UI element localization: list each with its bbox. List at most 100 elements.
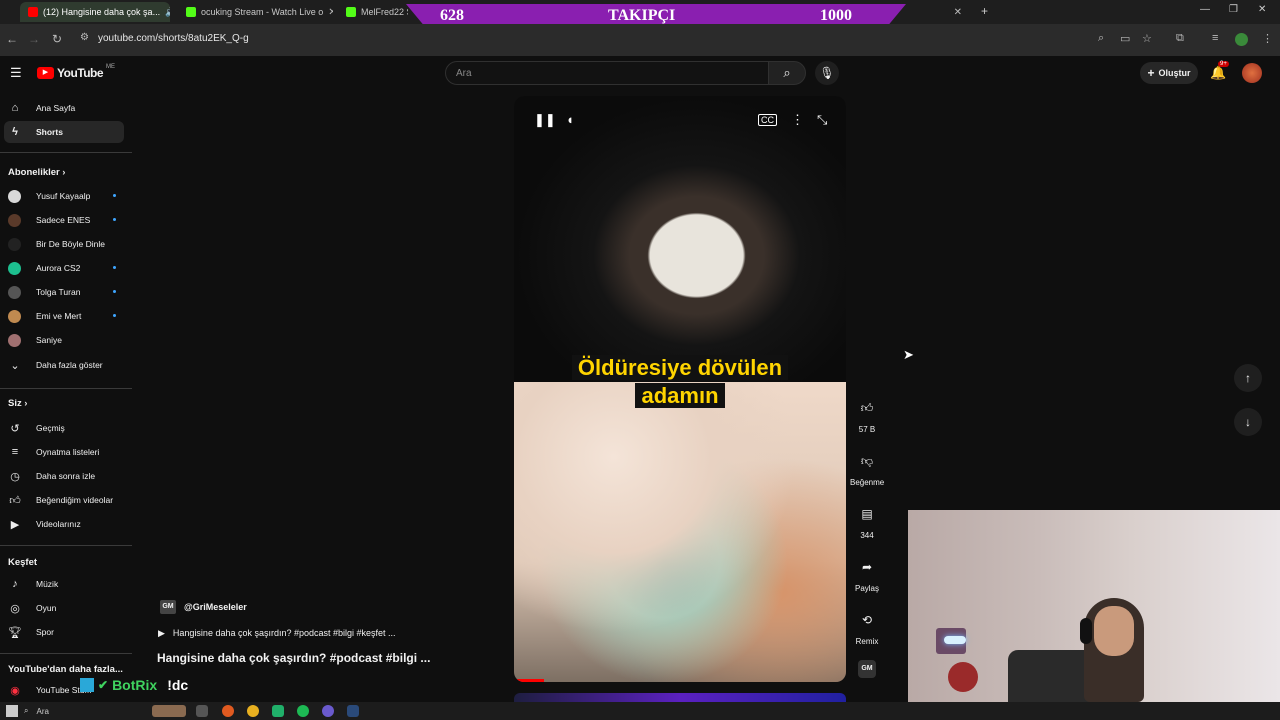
channel-avatar[interactable]: GM (160, 600, 176, 614)
channel-avatar (8, 333, 21, 347)
channel-avatar (8, 189, 21, 203)
sidebar-item-subscription[interactable]: Saniye (4, 329, 124, 351)
neon-light (944, 636, 966, 644)
sidebar-item-label: Shorts (36, 127, 63, 137)
pause-icon[interactable]: ❚❚ (534, 112, 556, 128)
sidebar-item-library[interactable]: ◷ Daha sonra izle (4, 465, 124, 487)
sidebar-item-explore[interactable]: ◎ Oyun (4, 597, 124, 619)
app-icon[interactable] (272, 705, 284, 717)
shorts-icon: ϟ (12, 126, 18, 138)
progress-bar[interactable] (514, 679, 544, 682)
share-button[interactable]: ➦ Paylaş (850, 554, 884, 593)
spotify-icon[interactable] (297, 705, 309, 717)
youtube-logo[interactable]: ▶ YouTube ME (37, 64, 115, 80)
chevron-down-icon: ⌄ (10, 359, 20, 372)
divider (0, 152, 132, 153)
new-tab-icon[interactable]: + (981, 4, 988, 18)
short-title-row[interactable]: ▶ Hangisine daha çok şaşırdın? #podcast … (158, 628, 396, 639)
taskbar-widget-icon[interactable] (152, 705, 186, 717)
reload-icon[interactable]: ↻ (52, 32, 62, 46)
search-input[interactable]: Ara (445, 61, 769, 85)
short-video-player[interactable]: Öldüresiye dövülen adamın ❚❚ ◖ CC ⋮ ⤡ (514, 96, 846, 682)
discord-icon[interactable] (322, 705, 334, 717)
like-count: 57 B (858, 425, 876, 434)
voice-search-button[interactable]: 🎙 (815, 61, 839, 85)
sidebar-item-explore[interactable]: ♪ Müzik (4, 573, 124, 595)
close-tab-icon[interactable]: ✕ (954, 7, 962, 18)
sidebar-item-subscription[interactable]: Sadece ENES (4, 209, 124, 231)
hamburger-menu-icon[interactable]: ☰ (10, 65, 22, 81)
create-button[interactable]: + Oluştur (1140, 62, 1198, 84)
profile-avatar[interactable] (1235, 33, 1248, 46)
media-controls-icon[interactable]: ≡ (1212, 32, 1218, 44)
new-content-dot (113, 194, 116, 197)
sound-button[interactable]: GM (850, 660, 884, 682)
sidebar-item-library[interactable]: ≡ Oynatma listeleri (4, 441, 124, 463)
plush-toy (948, 662, 978, 692)
botrix-overlay: ✔ BotRix !dc (80, 677, 188, 693)
sidebar-item-subscription[interactable]: Bir De Böyle Dinle (4, 233, 124, 255)
you-header[interactable]: Siz › (8, 398, 27, 409)
previous-short-button[interactable]: ↑ (1234, 364, 1262, 392)
notifications-button[interactable]: 🔔 9+ (1210, 61, 1229, 81)
steam-icon[interactable] (347, 705, 359, 717)
zoom-icon[interactable]: ⌕ (1098, 32, 1104, 45)
tab-youtube[interactable]: (12) Hangisine daha çok şa... 🔊 ✕ (20, 2, 170, 22)
channel-avatar (8, 309, 21, 323)
close-tab-icon[interactable]: ✕ (328, 7, 333, 18)
like-icon: 👍︎ (9, 494, 21, 507)
browser-menu-icon[interactable]: ⋮ (1262, 32, 1273, 45)
captions-icon[interactable]: CC (758, 114, 777, 126)
firefox-icon[interactable] (222, 705, 234, 717)
sidebar-item-library[interactable]: 👍︎ Beğendiğim videolar (4, 489, 124, 511)
url-field[interactable]: youtube.com/shorts/8atu2EK_Q-g (98, 33, 249, 44)
sidebar-item-label: Spor (36, 627, 54, 637)
search-button[interactable]: ⌕ (768, 61, 806, 85)
sidebar-item-label: Oynatma listeleri (36, 447, 100, 457)
more-options-icon[interactable]: ⋮ (791, 112, 804, 128)
sidebar-item-subscription[interactable]: Tolga Turan (4, 281, 124, 303)
back-icon[interactable]: ← (6, 32, 18, 46)
remix-button[interactable]: ⟲ Remix (850, 607, 884, 646)
volume-icon[interactable]: ◖ (566, 112, 574, 127)
next-short-preview[interactable] (514, 693, 846, 702)
forward-icon[interactable]: → (28, 32, 40, 46)
sidebar-item-subscription[interactable]: Yusuf Kayaalp (4, 185, 124, 207)
dislike-button[interactable]: 👎︎ Beğenme (850, 448, 884, 487)
tab-ocuking[interactable]: ocuking Stream - Watch Live o ✕ (178, 2, 333, 22)
task-view-icon[interactable] (196, 705, 208, 717)
cast-icon[interactable]: ▭ (1120, 32, 1130, 45)
video-icon: ▶ (10, 518, 20, 531)
sidebar-item-home[interactable]: ⌂ Ana Sayfa (4, 97, 124, 119)
site-info-icon[interactable]: ⚙ (80, 32, 89, 43)
sidebar-item-subscription[interactable]: Aurora CS2 (4, 257, 124, 279)
next-short-button[interactable]: ↓ (1234, 408, 1262, 436)
sidebar-item-library[interactable]: ↺ Geçmiş (4, 417, 124, 439)
sidebar-item-shorts[interactable]: ϟ Shorts (4, 121, 124, 143)
fullscreen-icon[interactable]: ⤡ (817, 112, 827, 128)
short-title[interactable]: Hangisine daha çok şaşırdın? #podcast #b… (157, 651, 430, 665)
restore-icon[interactable]: ❐ (1229, 4, 1238, 15)
subscriptions-header[interactable]: Abonelikler › (8, 167, 65, 178)
plus-icon: + (1147, 66, 1155, 80)
sidebar-item-explore[interactable]: 🏆︎ Spor (4, 621, 124, 643)
comments-button[interactable]: ▤ 344 (850, 501, 884, 540)
close-window-icon[interactable]: ✕ (1258, 4, 1266, 15)
speaker-icon[interactable]: 🔊 (165, 7, 170, 18)
channel-info[interactable]: GM @GriMeseleler (160, 600, 247, 614)
like-button[interactable]: 👍︎ 57 B (850, 395, 884, 434)
minimize-icon[interactable]: — (1200, 4, 1210, 15)
new-content-dot (113, 266, 116, 269)
bookmark-star-icon[interactable]: ☆ (1142, 32, 1152, 45)
sidebar-item-subscription[interactable]: Emi ve Mert (4, 305, 124, 327)
chrome-icon[interactable] (247, 705, 259, 717)
show-more-button[interactable]: ⌄ Daha fazla göster (4, 354, 124, 376)
account-avatar[interactable] (1242, 63, 1262, 83)
channel-name[interactable]: @GriMeseleler (184, 602, 247, 612)
sidebar-item-library[interactable]: ▶ Videolarınız (4, 513, 124, 535)
tab-melfred[interactable]: MelFred22 Strea (338, 2, 408, 22)
windows-start-icon[interactable] (6, 705, 18, 717)
remix-label: Remix (855, 637, 879, 646)
extensions-icon[interactable]: ⧉ (1176, 32, 1184, 45)
channel-avatar (8, 237, 21, 251)
